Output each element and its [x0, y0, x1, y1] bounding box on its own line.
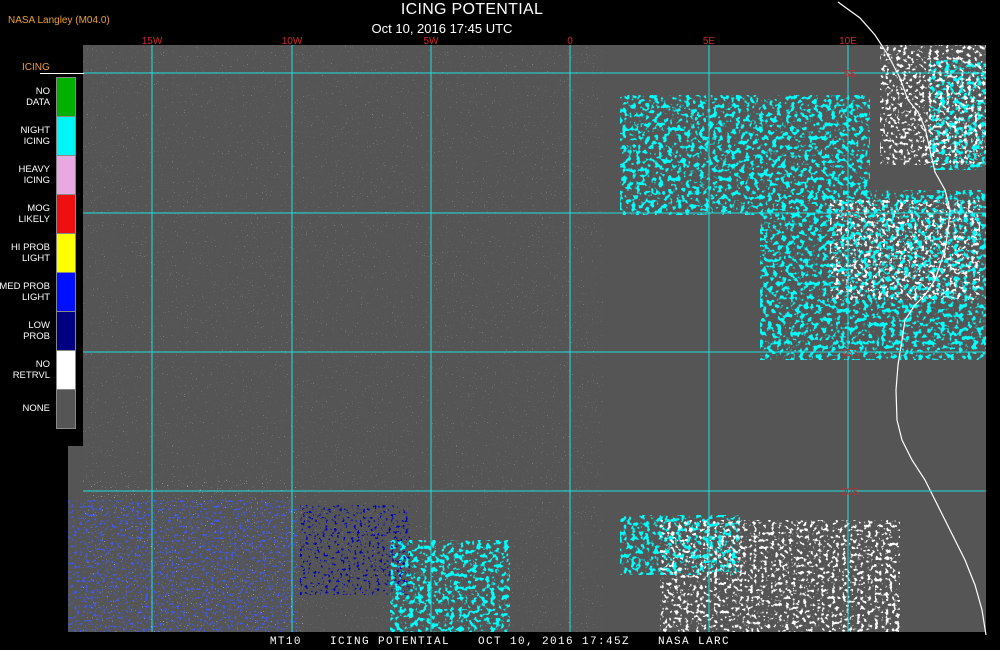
- legend-item-label: HEAVY ICING: [18, 163, 50, 186]
- legend-item-label: LOW PROB: [23, 319, 50, 342]
- legend-item-label: NO RETRVL: [12, 358, 50, 381]
- blue-icing-sw: [68, 500, 298, 632]
- legend-swatch: [56, 194, 76, 233]
- icing-map[interactable]: 15W 10W 5W 0 5E 10E 5S 10S 15S 20S: [0, 0, 1000, 650]
- legend-item-label: MED PROB LIGHT: [0, 280, 50, 303]
- longitude-label: 5W: [424, 36, 440, 47]
- latitude-label: 15S: [841, 348, 859, 359]
- legend-item-label: NIGHT ICING: [20, 124, 50, 147]
- legend-item: NONE: [0, 389, 76, 429]
- legend-item: HEAVY ICING: [0, 155, 76, 194]
- longitude-label: 10E: [839, 36, 857, 47]
- legend-item-label: NO DATA: [26, 85, 50, 108]
- white-cloud-ne: [880, 45, 986, 165]
- navy-icing-sw: [300, 505, 410, 595]
- legend-swatch: [56, 311, 76, 350]
- footer-source: NASA LARC: [658, 636, 731, 648]
- longitude-label: 5E: [703, 36, 716, 47]
- legend-item-label: HI PROB LIGHT: [10, 241, 50, 264]
- legend-item: NO DATA: [0, 77, 76, 116]
- longitude-label: 15W: [142, 36, 163, 47]
- legend-swatch: [56, 350, 76, 389]
- legend-swatch: [56, 155, 76, 194]
- latitude-label: 10S: [841, 209, 859, 220]
- legend-item: NIGHT ICING: [0, 116, 76, 155]
- status-footer: MT10 ICING POTENTIAL OCT 10, 2016 17:45Z…: [0, 636, 1000, 650]
- footer-time: OCT 10, 2016 17:45Z: [478, 636, 631, 648]
- legend-swatch: [56, 272, 76, 311]
- legend-title: ICING: [22, 62, 50, 73]
- legend-item: NO RETRVL: [0, 350, 76, 389]
- longitude-label: 0: [567, 36, 573, 47]
- latitude-label: 5S: [844, 69, 857, 80]
- legend-item-label: NONE: [22, 403, 50, 414]
- legend: NO DATA NIGHT ICING HEAVY ICING MOG LIKELY HI PR…: [0, 77, 76, 429]
- legend-swatch: [56, 77, 76, 116]
- legend-item-label: MOG LIKELY: [18, 202, 50, 225]
- legend-item: MOG LIKELY: [0, 194, 76, 233]
- white-cloud-se: [660, 520, 900, 632]
- footer-satellite: MT10: [269, 636, 302, 648]
- legend-title-tick: [40, 73, 84, 74]
- latitude-label: 20S: [841, 487, 859, 498]
- legend-swatch: [56, 233, 76, 272]
- footer-product: ICING POTENTIAL: [329, 636, 450, 648]
- legend-item: HI PROB LIGHT: [0, 233, 76, 272]
- legend-swatch: [56, 389, 76, 429]
- legend-swatch: [56, 116, 76, 155]
- longitude-label: 10W: [282, 36, 303, 47]
- legend-item: MED PROB LIGHT: [0, 272, 76, 311]
- legend-item: LOW PROB: [0, 311, 76, 350]
